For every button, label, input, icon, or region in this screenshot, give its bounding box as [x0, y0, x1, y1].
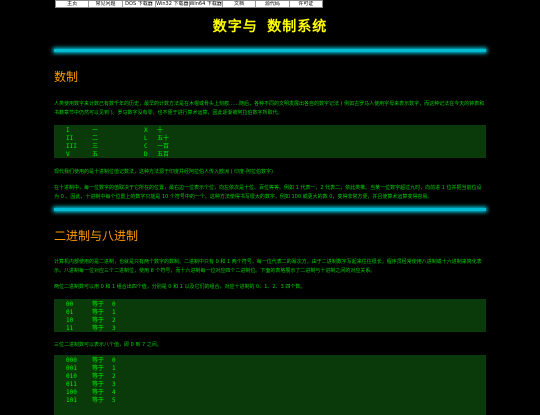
decimal-value: 0: [112, 357, 116, 364]
roman-symbol: III: [66, 143, 77, 150]
table-row: III 三 C 一百: [66, 143, 486, 151]
equals-label: 等于: [92, 301, 105, 308]
binary-value: 100: [66, 389, 77, 396]
nav-win32-download-link[interactable]: Win32 下载器: [156, 1, 190, 7]
decimal-value: 4: [112, 389, 116, 396]
table-row: V 五 D 五百: [66, 151, 486, 159]
table-row: 101 等于 5: [66, 397, 486, 405]
table-row: 00 等于 0: [66, 301, 486, 309]
table-row: I一X十: [66, 127, 486, 135]
roman-value: 五: [92, 151, 99, 158]
roman-value: 一百: [157, 143, 170, 150]
equals-label: 等于: [92, 317, 105, 324]
table-row: 010 等于 2: [66, 373, 486, 381]
binary-value: 001: [66, 365, 77, 372]
roman-value: 二: [92, 135, 99, 142]
decimal-value: 1: [112, 365, 116, 372]
binary-value: 101: [66, 397, 77, 404]
two-bit-paragraph: 两位二进制数可以用 0 和 1 组合出四个值，分别是 0 和 1 以及它们的组合…: [54, 284, 306, 290]
nav-home-link[interactable]: 主页: [56, 1, 90, 7]
section-heading-binary-octal: 二进制与八进制: [54, 229, 139, 243]
roman-value: 十: [157, 127, 164, 134]
equals-label: 等于: [92, 389, 105, 396]
binary-intro-paragraph: 计算机内部使用的是二进制，也就是只有两个数字的数制。二进制中只有 0 和 1 两…: [54, 259, 482, 274]
roman-value: 五百: [157, 151, 170, 158]
roman-value: 五十: [157, 135, 170, 142]
roman-symbol: I: [66, 127, 70, 134]
three-bit-binary-table: 000 等于 0 001 等于 1 010 等于 2 011 等于 3 100 等于 4 101 等于…: [54, 355, 486, 415]
nav-license-link[interactable]: 许可证: [290, 1, 322, 7]
equals-label: 等于: [92, 325, 105, 332]
nav-win64-download-link[interactable]: Win64 下载器: [190, 1, 223, 7]
table-row: 11 等于 3: [66, 325, 486, 333]
roman-symbol: C: [144, 143, 148, 150]
roman-value: 三: [92, 143, 99, 150]
binary-value: 01: [66, 309, 74, 316]
intro-paragraph: 人类使用数字来计数已有数千年的历史，最早的计数方法是在木棍或骨头上刻痕……随后，…: [54, 101, 485, 116]
table-row: II 二 L 五十: [66, 135, 486, 143]
nav-docs-link[interactable]: 文档: [223, 1, 257, 7]
table-row: 000 等于 0: [66, 357, 486, 365]
top-navigation-bar: 主页 常见问题 DOS 下载器 Win32 下载器 Win64 下载器 文档 源…: [55, 0, 323, 8]
table-row: 001 等于 1: [66, 365, 486, 373]
binary-value: 10: [66, 317, 74, 324]
decimal-value: 2: [112, 373, 116, 380]
equals-label: 等于: [92, 397, 105, 404]
table-row: 10 等于 2: [66, 317, 486, 325]
binary-value: 00: [66, 301, 74, 308]
equals-label: 等于: [92, 381, 105, 388]
roman-symbol: V: [66, 151, 70, 158]
equals-label: 等于: [92, 365, 105, 372]
roman-symbol: II: [66, 135, 74, 142]
section-heading-numerals: 数制: [54, 70, 79, 84]
binary-value: 011: [66, 381, 77, 388]
table-row: 01 等于 1: [66, 309, 486, 317]
roman-value: 一: [92, 127, 99, 134]
three-bit-paragraph: 三位二进制数可以表示八个值，即 0 到 7 之间。: [54, 342, 162, 348]
decimal-value: 2: [112, 317, 116, 324]
glowing-divider: [54, 49, 486, 52]
equals-label: 等于: [92, 373, 105, 380]
table-row: 100 等于 4: [66, 389, 486, 397]
nav-dos-download-link[interactable]: DOS 下载器: [123, 1, 157, 7]
decimal-value: 3: [112, 381, 116, 388]
roman-numeral-table: I 一 X 十 II 二 L 五十 III 三 C 一百 V 五 D 五百: [54, 125, 486, 158]
page-title: 数字与 数制系统: [212, 19, 328, 35]
binary-value: 000: [66, 357, 77, 364]
decimal-value: 1: [112, 309, 116, 316]
decimal-value: 0: [112, 301, 116, 308]
table-row: 011 等于 3: [66, 381, 486, 389]
nav-source-link[interactable]: 源代码: [256, 1, 290, 7]
equals-label: 等于: [92, 357, 105, 364]
decimal-value: 3: [112, 325, 116, 332]
binary-value: 010: [66, 373, 77, 380]
decimal-intro-paragraph: 现代我们使用的是十进制位值记数法，这种方法源于印度并经阿拉伯人传入欧洲 ( 印度…: [54, 169, 273, 175]
binary-value: 11: [66, 325, 74, 332]
nav-faq-link[interactable]: 常见问题: [89, 1, 123, 7]
roman-symbol: L: [144, 135, 148, 142]
two-bit-binary-table: 00 等于 0 01 等于 1 10 等于 2 11 等于 3: [54, 299, 486, 332]
roman-symbol: D: [144, 151, 148, 158]
roman-symbol: X: [144, 127, 148, 134]
decimal-explanation-paragraph: 在十进制中，每一位数字的值取决于它所在的位置，最右边一位表示个位，向左依次是十位…: [54, 185, 482, 200]
decimal-value: 5: [112, 397, 116, 404]
glowing-divider: [54, 208, 486, 211]
equals-label: 等于: [92, 309, 105, 316]
